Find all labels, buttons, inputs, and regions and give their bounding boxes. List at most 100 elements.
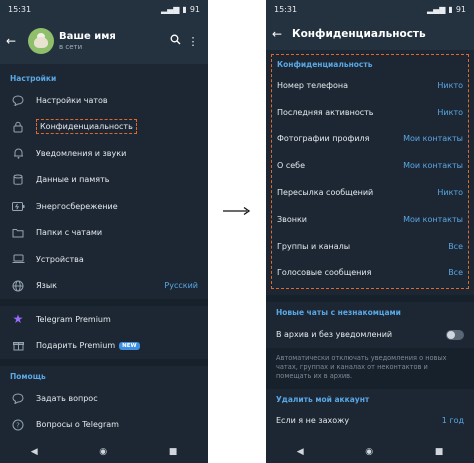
settings-item-label: Энергосбережение	[36, 201, 118, 211]
privacy-row-last-seen[interactable]: Последняя активность Никто	[272, 99, 468, 126]
settings-item-language[interactable]: Язык Русский	[0, 273, 208, 300]
archive-note: Автоматически отключать уведомления о но…	[266, 347, 474, 389]
settings-section-title: Настройки	[10, 74, 57, 83]
help-item-faq[interactable]: ? Вопросы о Telegram	[0, 412, 208, 439]
battery-level: 91	[455, 4, 466, 14]
transition-arrow-icon	[223, 206, 251, 216]
privacy-row-voice[interactable]: Голосовые сообщения Все	[272, 260, 468, 287]
gift-icon	[10, 339, 26, 353]
more-vertical-icon[interactable]: ⋮	[184, 35, 202, 48]
settings-item-chats[interactable]: Настройки чатов	[0, 87, 208, 114]
settings-item-folders[interactable]: Папки с чатами	[0, 220, 208, 247]
back-arrow-icon[interactable]: ←	[272, 27, 288, 41]
nav-back-icon[interactable]: ◀	[31, 447, 38, 457]
premium-label: Telegram Premium	[36, 314, 111, 324]
divider	[266, 295, 474, 303]
svg-text:?: ?	[16, 421, 20, 429]
gift-premium-label: Подарить Premium	[36, 341, 116, 351]
android-nav-bar: ◀ ◉ ■	[266, 441, 474, 463]
archive-toggle[interactable]	[446, 329, 464, 340]
battery-icon: ▮	[448, 4, 453, 14]
privacy-row-label: О себе	[277, 161, 306, 171]
settings-item-label: Настройки чатов	[36, 95, 108, 105]
privacy-row-value: Мои контакты	[403, 161, 463, 171]
search-icon[interactable]	[166, 34, 184, 48]
folder-icon	[10, 226, 26, 240]
back-arrow-icon[interactable]: ←	[6, 34, 22, 48]
delete-account-section-title: Удалить мой аккаунт	[276, 394, 370, 404]
settings-item-label: Язык	[36, 281, 57, 291]
divider	[0, 299, 208, 306]
privacy-row-groups[interactable]: Группы и каналы Все	[272, 233, 468, 260]
settings-item-data[interactable]: Данные и память	[0, 167, 208, 194]
privacy-row-label: Звонки	[277, 214, 307, 224]
help-item-ask[interactable]: Задать вопрос	[0, 385, 208, 412]
privacy-row-value: Никто	[437, 188, 463, 198]
chat-bubble-icon	[10, 93, 26, 107]
settings-item-privacy[interactable]: Конфиденциальность	[0, 114, 208, 141]
settings-item-devices[interactable]: Устройства	[0, 246, 208, 273]
new-chats-section-title: Новые чаты с незнакомцами	[276, 308, 401, 318]
laptop-icon	[10, 252, 26, 266]
globe-icon	[10, 279, 26, 293]
privacy-row-value: Все	[448, 268, 463, 278]
help-item-label: Вопросы о Telegram	[36, 420, 119, 430]
help-section-title: Помощь	[10, 372, 46, 381]
status-bar: 15:31 ▂▄▆ ▮ 91	[0, 0, 208, 18]
nav-home-icon[interactable]: ◉	[99, 447, 107, 457]
privacy-row-value: Все	[448, 241, 463, 251]
new-badge: NEW	[119, 341, 140, 350]
privacy-section-title: Конфиденциальность	[277, 60, 373, 69]
settings-item-notifications[interactable]: Уведомления и звуки	[0, 140, 208, 167]
battery-icon	[10, 199, 26, 213]
nav-recents-icon[interactable]: ■	[435, 447, 444, 457]
signal-icon: ▂▄▆	[160, 4, 180, 14]
privacy-row-forwards[interactable]: Пересылка сообщений Никто	[272, 179, 468, 206]
question-icon: ?	[10, 418, 26, 432]
privacy-row-value: Мои контакты	[403, 134, 463, 144]
battery-icon: ▮	[182, 4, 187, 14]
privacy-settings-group: Конфиденциальность Номер телефона Никто …	[271, 54, 469, 290]
status-time: 15:31	[274, 4, 298, 14]
privacy-row-photos[interactable]: Фотографии профиля Мои контакты	[272, 126, 468, 153]
privacy-row-label: Номер телефона	[277, 80, 348, 90]
page-title: Конфиденциальность	[292, 28, 426, 40]
privacy-row-value: Никто	[437, 80, 463, 90]
privacy-row-label: Фотографии профиля	[277, 134, 370, 144]
archive-toggle-label: В архив и без уведомлений	[276, 330, 393, 340]
settings-screen: 15:31 ▂▄▆ ▮ 91 ← Ваше имя в сети ⋮ Настр…	[0, 0, 208, 463]
lock-icon	[10, 120, 26, 134]
signal-icon: ▂▄▆	[426, 4, 446, 14]
privacy-screen: 15:31 ▂▄▆ ▮ 91 ← Конфиденциальность Конф…	[266, 0, 474, 463]
privacy-row-calls[interactable]: Звонки Мои контакты	[272, 206, 468, 233]
profile-header: ← Ваше имя в сети ⋮	[0, 18, 208, 64]
avatar[interactable]	[28, 28, 54, 54]
privacy-row-value: Никто	[437, 107, 463, 117]
settings-item-label: Папки с чатами	[36, 228, 103, 238]
android-nav-bar: ◀ ◉ ■	[0, 441, 208, 463]
privacy-row-value: Мои контакты	[403, 214, 463, 224]
privacy-row-phone[interactable]: Номер телефона Никто	[272, 72, 468, 99]
archive-toggle-row[interactable]: В архив и без уведомлений	[266, 321, 474, 348]
nav-recents-icon[interactable]: ■	[169, 447, 178, 457]
settings-item-label: Уведомления и звуки	[36, 148, 127, 158]
delete-account-label: Если я не захожу	[276, 416, 350, 426]
privacy-row-bio[interactable]: О себе Мои контакты	[272, 152, 468, 179]
settings-item-power[interactable]: Энергосбережение	[0, 193, 208, 220]
bell-icon	[10, 146, 26, 160]
status-bar: 15:31 ▂▄▆ ▮ 91	[266, 0, 474, 18]
database-icon	[10, 173, 26, 187]
status-time: 15:31	[8, 4, 32, 14]
profile-name: Ваше имя	[59, 31, 116, 42]
delete-account-row[interactable]: Если я не захожу 1 год	[266, 408, 474, 435]
premium-item[interactable]: ★ Telegram Premium	[0, 306, 208, 333]
language-value: Русский	[164, 281, 198, 291]
privacy-row-label: Пересылка сообщений	[277, 188, 374, 198]
settings-item-label: Устройства	[36, 254, 84, 264]
delete-account-value: 1 год	[441, 416, 464, 426]
battery-level: 91	[189, 4, 200, 14]
profile-status: в сети	[59, 43, 83, 51]
gift-premium-item[interactable]: Подарить Premium NEW	[0, 333, 208, 360]
nav-home-icon[interactable]: ◉	[365, 447, 373, 457]
nav-back-icon[interactable]: ◀	[297, 447, 304, 457]
